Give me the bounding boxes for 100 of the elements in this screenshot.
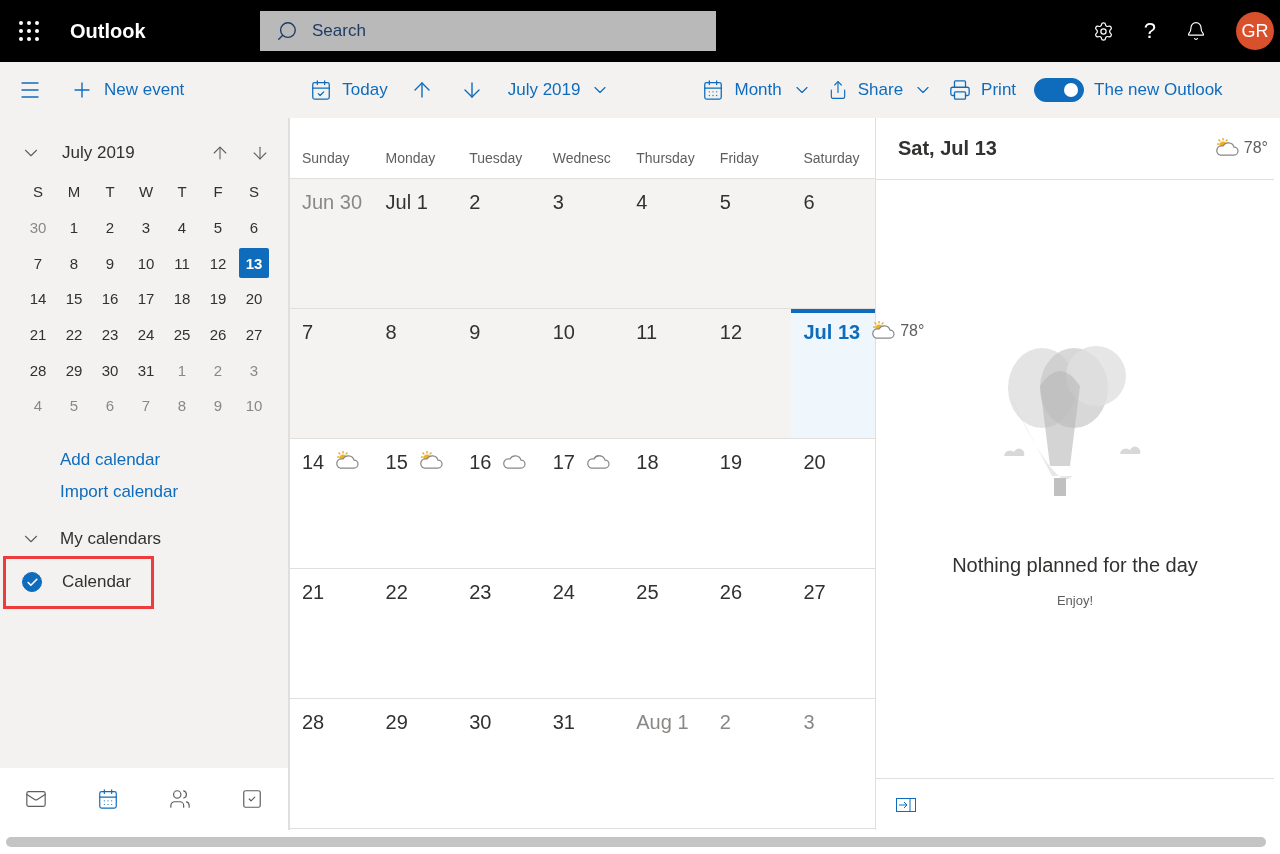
date-label: 2: [469, 191, 481, 214]
date-label: 23: [469, 581, 492, 604]
date-label: 3: [552, 191, 564, 214]
weekday-label: T: [176, 182, 188, 203]
mini-calendar-day[interactable]: 18: [167, 283, 197, 314]
mini-calendar-day[interactable]: 19: [203, 283, 233, 314]
mini-calendar-day[interactable]: 2: [95, 212, 125, 243]
new-outlook-toggle[interactable]: [1034, 78, 1085, 102]
temperature: 78°: [1243, 139, 1268, 157]
calendar-name: Calendar: [62, 572, 131, 593]
settings-button[interactable]: [1092, 20, 1114, 42]
date-label: 26: [719, 581, 743, 604]
date-label: 9: [469, 321, 481, 344]
month-picker-button[interactable]: July 2019: [503, 76, 615, 104]
weekday-header: Friday: [718, 150, 760, 166]
mini-calendar-day[interactable]: 20: [239, 283, 269, 314]
share-button[interactable]: Share: [823, 76, 938, 104]
date-label: 6: [803, 191, 815, 214]
date-label: 2: [719, 711, 731, 734]
calendar-icon: [310, 79, 333, 101]
date-label: Jul 13: [803, 321, 861, 344]
mini-calendar-day[interactable]: 4: [167, 212, 197, 243]
search-field[interactable]: Search: [260, 11, 716, 51]
date-label: 27: [803, 581, 826, 604]
printer-icon: [949, 79, 972, 101]
group-title: My calendars: [60, 528, 162, 549]
mini-calendar-day[interactable]: 16: [95, 283, 125, 314]
date-label: 24: [552, 581, 575, 604]
mini-calendar-title: July 2019: [62, 143, 136, 163]
new-event-button[interactable]: New event: [66, 74, 189, 106]
mini-calendar-day[interactable]: 1: [59, 212, 89, 243]
mini-calendar-day[interactable]: 7: [23, 248, 53, 279]
user-avatar[interactable]: GR: [1236, 12, 1274, 50]
mini-calendar-day[interactable]: 3: [131, 212, 161, 243]
weekday-header: Sunday: [301, 150, 351, 166]
weekday-header: Thursday: [635, 150, 696, 166]
weekday-label: S: [32, 182, 44, 203]
mini-calendar-day[interactable]: 21: [23, 319, 53, 350]
mini-calendar-day[interactable]: 22: [59, 319, 89, 350]
mini-calendar-day[interactable]: 13: [239, 248, 269, 279]
date-label: 3: [803, 711, 815, 734]
weekday-header: Wednesc: [551, 150, 612, 166]
date-label: 18: [636, 451, 659, 474]
people-icon: [169, 788, 191, 810]
today-button[interactable]: Today: [306, 75, 392, 105]
mini-calendar-day[interactable]: 17: [131, 283, 161, 314]
app-launcher-icon[interactable]: [18, 20, 40, 42]
mini-calendar-day[interactable]: 10: [131, 248, 161, 279]
mini-calendar-day[interactable]: 9: [95, 248, 125, 279]
dock-pane-icon[interactable]: [896, 797, 916, 812]
mini-calendar-day[interactable]: 26: [203, 319, 233, 350]
date-label: 11: [636, 321, 658, 344]
mini-calendar-day[interactable]: 31: [131, 355, 161, 386]
calendar-icon: [702, 79, 725, 101]
date-label: 15: [385, 451, 408, 474]
mini-calendar-day[interactable]: 12: [203, 248, 233, 279]
date-label: 22: [385, 581, 408, 604]
temperature: 78°: [900, 322, 925, 341]
weekday-label: M: [66, 182, 82, 203]
sidebar-link[interactable]: Add calendar: [60, 443, 161, 476]
mail-icon: [25, 788, 47, 810]
horizontal-scrollbar[interactable]: [6, 837, 1266, 847]
print-button[interactable]: Print: [945, 75, 1021, 105]
weekday-label: S: [248, 182, 260, 203]
mini-calendar-day[interactable]: 15: [59, 283, 89, 314]
sidebar-link[interactable]: Import calendar: [60, 475, 179, 508]
mini-calendar-day[interactable]: 8: [59, 248, 89, 279]
view-button[interactable]: Month: [698, 75, 816, 105]
mini-calendar-day[interactable]: 5: [203, 212, 233, 243]
mini-calendar-day[interactable]: 11: [167, 248, 197, 279]
date-label: 28: [302, 711, 325, 734]
weekday-label: F: [212, 182, 224, 203]
date-label: Jul 1: [385, 191, 428, 214]
mini-calendar-day[interactable]: 29: [59, 355, 89, 386]
date-label: 21: [302, 581, 325, 604]
date-label: 30: [469, 711, 492, 734]
mini-calendar-day[interactable]: 27: [239, 319, 269, 350]
app-name: Outlook: [70, 19, 147, 43]
mini-calendar-day[interactable]: 6: [239, 212, 269, 243]
notifications-button[interactable]: [1186, 21, 1206, 41]
calendar-item[interactable]: Calendar: [3, 555, 154, 609]
mini-calendar-day[interactable]: 24: [131, 319, 161, 350]
date-label: 25: [636, 581, 659, 604]
weekday-header: Saturday: [802, 150, 861, 166]
mini-calendar-day[interactable]: 25: [167, 319, 197, 350]
mini-calendar-day[interactable]: 28: [23, 355, 53, 386]
mini-calendar-day[interactable]: 23: [95, 319, 125, 350]
date-label: 7: [302, 321, 314, 344]
date-label: 17: [552, 451, 575, 474]
mini-calendar-day[interactable]: 30: [95, 355, 125, 386]
mini-calendar-day[interactable]: 14: [23, 283, 53, 314]
date-label: 20: [803, 451, 826, 474]
search-icon: [276, 20, 298, 42]
date-label: Aug 1: [636, 711, 689, 734]
date-label: 5: [719, 191, 731, 214]
date-label: 19: [719, 451, 743, 474]
date-label: 12: [719, 321, 743, 344]
date-label: Jun 30: [302, 191, 363, 214]
date-label: 8: [385, 321, 397, 344]
help-button[interactable]: ?: [1143, 18, 1156, 44]
